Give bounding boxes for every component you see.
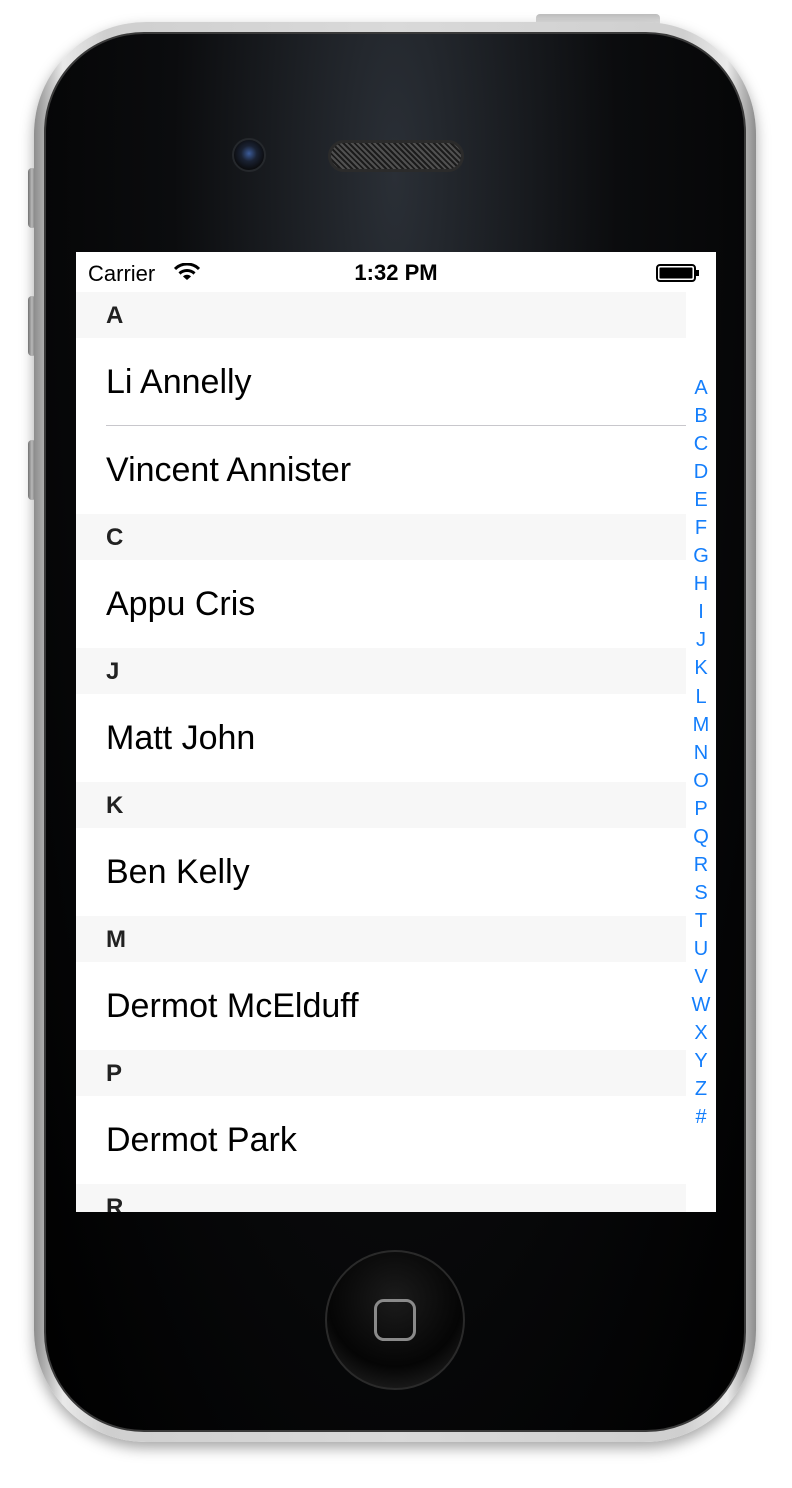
section-index-bar[interactable]: A B C D E F G H I J K L M N O P Q R S T U V W X Y Z #	[686, 374, 716, 1131]
index-letter-z[interactable]: Z	[695, 1075, 707, 1103]
table-row[interactable]: Ben Kelly	[76, 828, 686, 916]
index-letter-t[interactable]: T	[695, 907, 707, 935]
section-header-m: M	[76, 916, 686, 962]
status-bar: Carrier 1:32 PM	[76, 252, 716, 292]
index-letter-h[interactable]: H	[694, 570, 708, 598]
index-letter-a[interactable]: A	[694, 374, 707, 402]
front-camera	[232, 138, 266, 172]
index-letter-e[interactable]: E	[694, 486, 707, 514]
home-button[interactable]	[325, 1250, 465, 1390]
index-letter-y[interactable]: Y	[694, 1047, 707, 1075]
index-letter-o[interactable]: O	[693, 767, 709, 795]
section-header-a: A	[76, 292, 686, 338]
index-letter-hash[interactable]: #	[695, 1103, 706, 1131]
index-letter-p[interactable]: P	[694, 795, 707, 823]
section-header-p: P	[76, 1050, 686, 1096]
index-letter-v[interactable]: V	[694, 963, 707, 991]
index-letter-l[interactable]: L	[695, 683, 706, 711]
table-row[interactable]: Matt John	[76, 694, 686, 782]
index-letter-m[interactable]: M	[693, 711, 710, 739]
index-letter-s[interactable]: S	[694, 879, 707, 907]
contact-name: Li Annelly	[106, 363, 252, 401]
contact-name: Dermot McElduff	[106, 987, 359, 1025]
section-title: C	[106, 524, 124, 551]
index-letter-i[interactable]: I	[698, 598, 704, 626]
battery-icon	[656, 264, 699, 282]
table-row[interactable]: Appu Cris	[76, 560, 686, 648]
index-letter-q[interactable]: Q	[693, 823, 709, 851]
contact-name: Dermot Park	[106, 1121, 297, 1159]
index-letter-n[interactable]: N	[694, 739, 708, 767]
index-letter-f[interactable]: F	[695, 514, 707, 542]
section-title: A	[106, 302, 124, 329]
table-row[interactable]: Vincent Annister	[76, 426, 686, 514]
contacts-table[interactable]: A Li Annelly Vincent Annister C Appu Cri…	[76, 292, 686, 1212]
earpiece-speaker	[328, 140, 464, 172]
index-letter-b[interactable]: B	[694, 402, 707, 430]
section-header-r: R	[76, 1184, 686, 1212]
section-title: K	[106, 792, 124, 819]
status-time: 1:32 PM	[354, 260, 438, 285]
section-header-c: C	[76, 514, 686, 560]
section-title: R	[106, 1194, 124, 1212]
index-letter-j[interactable]: J	[696, 626, 706, 654]
index-letter-c[interactable]: C	[694, 430, 708, 458]
table-row[interactable]: Li Annelly	[76, 338, 686, 426]
section-title: M	[106, 926, 126, 953]
section-header-j: J	[76, 648, 686, 694]
index-letter-k[interactable]: K	[694, 654, 707, 682]
index-letter-w[interactable]: W	[692, 991, 711, 1019]
section-title: P	[106, 1060, 123, 1087]
index-letter-g[interactable]: G	[693, 542, 709, 570]
contact-name: Vincent Annister	[106, 451, 352, 489]
index-letter-u[interactable]: U	[694, 935, 708, 963]
contact-name: Matt John	[106, 719, 256, 757]
home-button-icon	[374, 1299, 416, 1341]
contact-name: Appu Cris	[106, 585, 256, 623]
index-letter-x[interactable]: X	[694, 1019, 707, 1047]
section-header-k: K	[76, 782, 686, 828]
contact-name: Ben Kelly	[106, 853, 250, 891]
index-letter-r[interactable]: R	[694, 851, 708, 879]
index-letter-d[interactable]: D	[694, 458, 708, 486]
table-row[interactable]: Dermot McElduff	[76, 962, 686, 1050]
section-title: J	[106, 658, 120, 685]
table-row[interactable]: Dermot Park	[76, 1096, 686, 1184]
screen: Carrier 1:32 PM A Li Annelly Vincent Ann…	[76, 252, 716, 1212]
